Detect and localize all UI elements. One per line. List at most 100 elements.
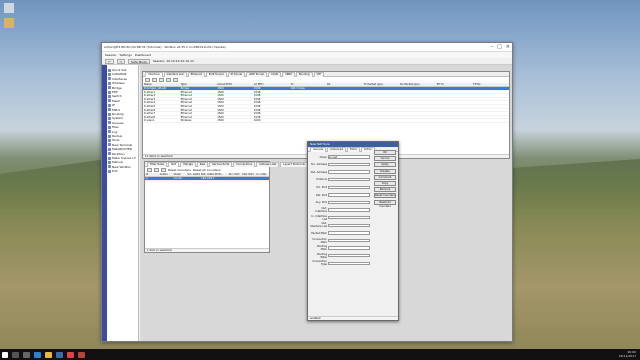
column-header[interactable]: FP Rx [472,83,509,86]
column-header[interactable]: Src. Address [186,173,200,176]
sidebar-item[interactable]: Mesh [108,99,120,103]
menu-dashboard[interactable]: Dashboard [135,53,151,57]
column-header[interactable]: # [145,173,159,176]
sidebar-item[interactable]: Tools [108,138,119,142]
column-header[interactable]: L2 MTU [253,83,290,86]
dialog-button[interactable]: Copy [374,181,396,186]
sidebar-item[interactable]: Files [108,125,119,129]
disable-icon[interactable] [166,78,171,82]
tab[interactable]: VRRP [281,72,295,77]
column-header[interactable]: FP Tx [436,83,473,86]
clock[interactable]: 20:00 24/11/2017 [619,350,636,358]
sidebar-item[interactable]: Exit [108,169,118,173]
winbox-task-icon[interactable] [78,351,85,358]
explorer-icon[interactable] [45,351,52,358]
field-input[interactable] [328,261,370,266]
tab[interactable]: NAT [168,162,180,167]
remove-icon[interactable] [154,168,159,172]
sidebar-item[interactable]: System [108,116,123,120]
sidebar-item[interactable]: Manual [108,160,123,164]
menu-session[interactable]: Session [105,53,116,57]
reset-all-counters-button[interactable]: Reset All Counters [193,168,221,172]
field-input[interactable] [328,170,370,174]
menu-settings[interactable]: Settings [119,53,131,57]
field-input[interactable] [328,178,370,182]
column-header[interactable]: Dst. Address [200,173,214,176]
field-input[interactable] [328,200,370,205]
sidebar-item[interactable]: Log [108,130,117,134]
sidebar-item[interactable]: MetaROUTER [108,147,132,151]
tab[interactable]: General [310,147,327,152]
column-header[interactable]: In. Inter [255,173,269,176]
tab[interactable]: Action [360,147,376,152]
sidebar-item[interactable]: CAPsMAN [108,72,126,76]
column-header[interactable]: Actual MTU [216,83,253,86]
field-input[interactable] [328,193,370,197]
enable-icon[interactable] [159,78,164,82]
column-header[interactable]: Rx [326,83,363,86]
field-input[interactable] [328,246,370,250]
tab[interactable]: VLAN [267,72,281,77]
sidebar-item[interactable]: Bridge [108,86,122,90]
redo-icon[interactable]: ↷ [116,58,126,64]
tab[interactable]: Mangle [180,162,196,167]
tab[interactable]: Filter Rules [147,162,168,167]
tab[interactable]: EoIP Tunnel [205,72,227,77]
sidebar-item[interactable]: Switch [108,94,122,98]
task-view-icon[interactable] [23,351,30,358]
field-input[interactable] [328,238,370,243]
dialog-button[interactable]: Remove [374,187,396,193]
field-input[interactable] [328,216,370,220]
sidebar-item[interactable]: Queues [108,121,123,125]
filter-icon[interactable] [173,78,178,82]
field-input[interactable] [328,208,370,212]
field-input[interactable] [328,231,370,235]
column-header[interactable]: Action [159,173,173,176]
column-header[interactable]: Src. Port [228,173,242,176]
safe-mode-button[interactable]: Safe Mode [128,58,150,64]
column-header[interactable]: Type [180,83,217,86]
table-row[interactable]: R wlan1 Wireless 1500 1600 [143,119,509,123]
field-input[interactable] [328,185,370,190]
field-input[interactable] [328,254,370,258]
sidebar-item[interactable]: PPP [108,90,117,94]
sidebar-item[interactable]: Quick Set [108,68,126,72]
dialog-button[interactable]: Reset All Counters [374,199,396,208]
tab[interactable]: Extra [347,147,360,152]
dialog-button[interactable]: Comment [374,174,396,180]
start-icon[interactable] [2,351,8,358]
tab[interactable]: Bonding [295,72,313,77]
sidebar-item[interactable]: Routing [108,112,124,116]
tab[interactable]: IP Tunnel [227,72,246,77]
maximize-icon[interactable]: □ [497,44,502,50]
add-icon[interactable] [147,168,152,172]
desktop-shortcut-icon[interactable] [4,18,14,28]
sidebar-item[interactable]: MPLS [108,108,120,112]
tab[interactable]: Interface List [163,72,187,77]
column-header[interactable]: Dst. Port [241,173,255,176]
tab[interactable]: Address Lists [256,162,280,167]
dialog-button[interactable]: Reset Counters [374,193,396,199]
column-header[interactable]: Rx Packet (p/s) [399,83,436,86]
column-header[interactable]: Tx [289,83,326,86]
sidebar-item[interactable]: Radius [108,134,122,138]
dialog-button[interactable]: OK [374,150,396,155]
recycle-bin-icon[interactable] [4,3,14,13]
dialog-button[interactable]: Disable [374,168,396,174]
column-header[interactable]: Name [143,83,180,86]
chrome-icon[interactable] [67,351,74,358]
field-input[interactable]: srcnat [328,155,370,159]
tab[interactable]: Service Ports [209,162,233,167]
sidebar-item[interactable]: Interfaces [108,77,127,81]
tab[interactable]: Connections [233,162,256,167]
sidebar-item[interactable]: Wireless [108,81,125,85]
enable-icon[interactable] [161,168,166,172]
search-icon[interactable] [12,351,19,358]
column-header[interactable]: Proto [214,173,228,176]
tab[interactable]: LTE [313,72,324,77]
tab[interactable]: Interface [145,72,163,77]
sidebar-item[interactable]: Partition [108,152,125,156]
tab[interactable]: GRE Tunnel [246,72,267,77]
store-icon[interactable] [56,351,63,358]
sidebar-item[interactable]: IP [108,103,115,107]
